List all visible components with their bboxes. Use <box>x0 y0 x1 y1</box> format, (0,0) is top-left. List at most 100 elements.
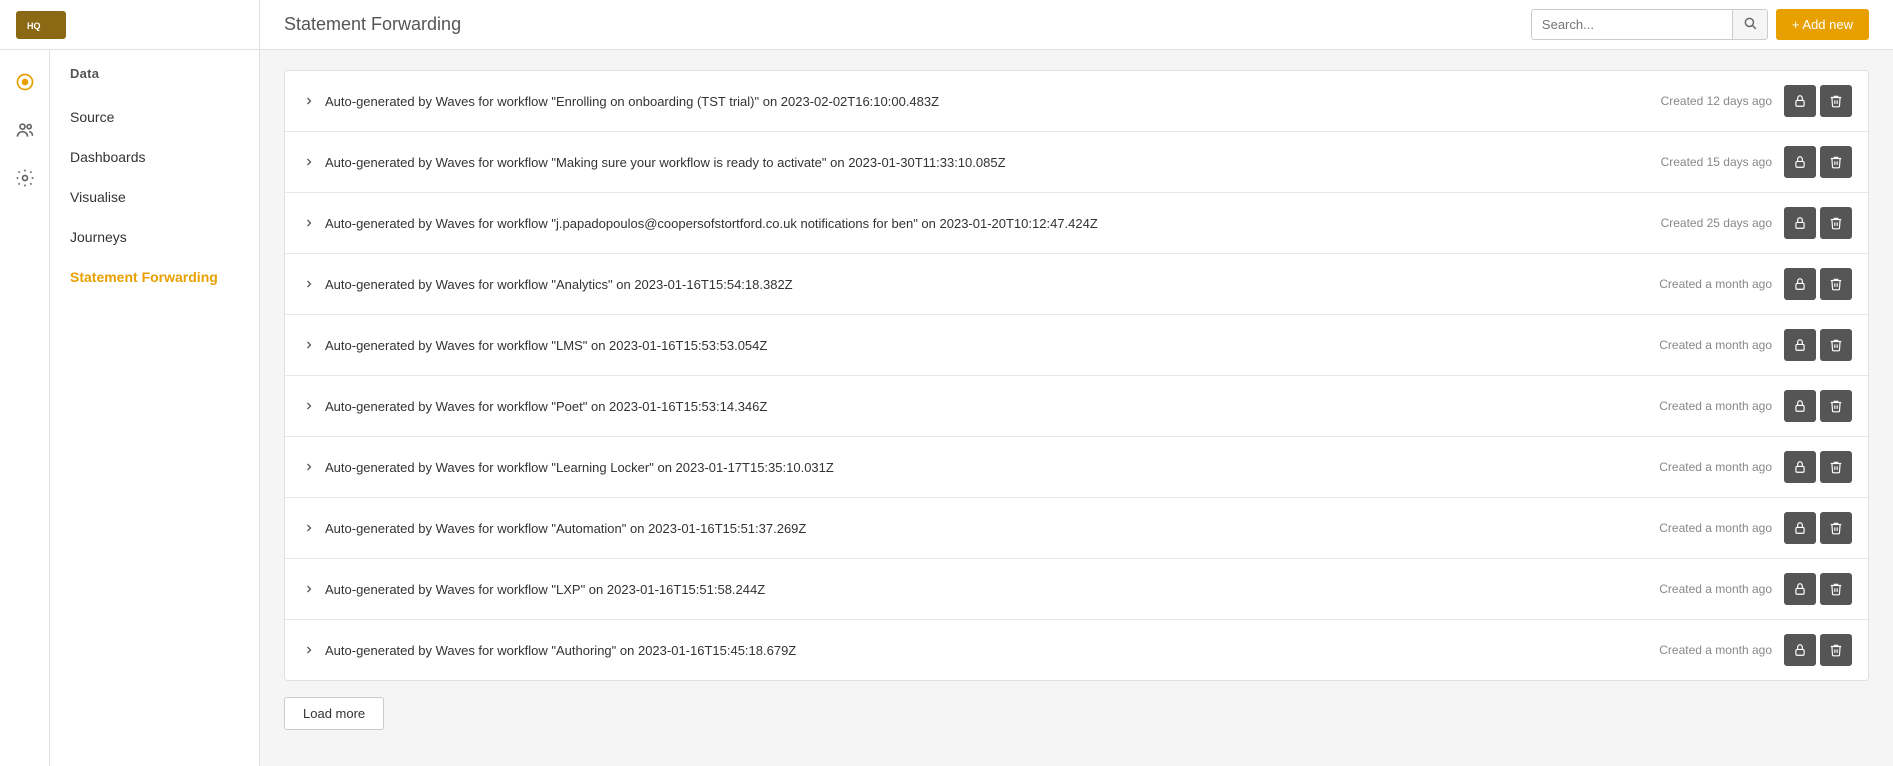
lock-icon <box>1793 277 1807 291</box>
lock-icon <box>1793 216 1807 230</box>
lock-icon <box>1793 460 1807 474</box>
table-row: Auto-generated by Waves for workflow "LX… <box>285 559 1868 620</box>
trash-icon <box>1829 521 1843 535</box>
table-row: Auto-generated by Waves for workflow "An… <box>285 254 1868 315</box>
sidebar-item-visualise[interactable]: Visualise <box>50 177 259 217</box>
item-label: Auto-generated by Waves for workflow "LX… <box>325 582 1659 597</box>
sidebar-item-statement-forwarding[interactable]: Statement Forwarding <box>50 257 259 297</box>
delete-button[interactable] <box>1820 634 1852 666</box>
logo-icon: HQ <box>23 14 59 36</box>
lock-button[interactable] <box>1784 268 1816 300</box>
expand-button[interactable] <box>301 642 317 658</box>
expand-button[interactable] <box>301 93 317 109</box>
forwarding-list: Auto-generated by Waves for workflow "En… <box>284 70 1869 681</box>
search-icon <box>1743 16 1757 30</box>
lock-button[interactable] <box>1784 207 1816 239</box>
lock-icon <box>1793 399 1807 413</box>
item-actions <box>1784 146 1852 178</box>
expand-button[interactable] <box>301 581 317 597</box>
item-label: Auto-generated by Waves for workflow "En… <box>325 94 1661 109</box>
nav-icon-circle[interactable] <box>5 62 45 102</box>
chevron-right-icon <box>303 95 315 107</box>
chevron-right-icon <box>303 522 315 534</box>
item-actions <box>1784 207 1852 239</box>
nav-icon-people[interactable] <box>5 110 45 150</box>
chevron-right-icon <box>303 400 315 412</box>
item-actions <box>1784 451 1852 483</box>
table-row: Auto-generated by Waves for workflow "Le… <box>285 437 1868 498</box>
delete-button[interactable] <box>1820 85 1852 117</box>
lock-button[interactable] <box>1784 573 1816 605</box>
delete-button[interactable] <box>1820 512 1852 544</box>
item-actions <box>1784 85 1852 117</box>
trash-icon <box>1829 460 1843 474</box>
item-created: Created a month ago <box>1659 399 1772 413</box>
table-row: Auto-generated by Waves for workflow "Po… <box>285 376 1868 437</box>
expand-button[interactable] <box>301 276 317 292</box>
lock-button[interactable] <box>1784 390 1816 422</box>
item-actions <box>1784 390 1852 422</box>
search-input[interactable] <box>1532 11 1732 38</box>
trash-icon <box>1829 643 1843 657</box>
main-content: Auto-generated by Waves for workflow "En… <box>260 50 1893 766</box>
item-label: Auto-generated by Waves for workflow "Ma… <box>325 155 1661 170</box>
delete-button[interactable] <box>1820 390 1852 422</box>
header-actions: + Add new <box>1531 9 1869 40</box>
table-row: Auto-generated by Waves for workflow "En… <box>285 71 1868 132</box>
item-label: Auto-generated by Waves for workflow "Le… <box>325 460 1659 475</box>
logo: HQ <box>16 11 66 39</box>
load-more-button[interactable]: Load more <box>284 697 384 730</box>
item-actions <box>1784 329 1852 361</box>
delete-button[interactable] <box>1820 451 1852 483</box>
expand-button[interactable] <box>301 337 317 353</box>
delete-button[interactable] <box>1820 146 1852 178</box>
sidebar-section-title: Data <box>50 50 259 89</box>
trash-icon <box>1829 216 1843 230</box>
trash-icon <box>1829 277 1843 291</box>
item-created: Created a month ago <box>1659 643 1772 657</box>
item-created: Created 25 days ago <box>1661 216 1772 230</box>
lock-button[interactable] <box>1784 329 1816 361</box>
lock-button[interactable] <box>1784 85 1816 117</box>
expand-button[interactable] <box>301 398 317 414</box>
item-label: Auto-generated by Waves for workflow "An… <box>325 277 1659 292</box>
add-new-button[interactable]: + Add new <box>1776 9 1869 40</box>
lock-icon <box>1793 94 1807 108</box>
svg-text:HQ: HQ <box>27 21 41 31</box>
item-label: Auto-generated by Waves for workflow "LM… <box>325 338 1659 353</box>
lock-icon <box>1793 155 1807 169</box>
lock-button[interactable] <box>1784 512 1816 544</box>
sidebar-item-source[interactable]: Source <box>50 97 259 137</box>
delete-button[interactable] <box>1820 207 1852 239</box>
sidebar-nav: Source Dashboards Visualise Journeys Sta… <box>50 89 259 305</box>
lock-icon <box>1793 643 1807 657</box>
expand-button[interactable] <box>301 459 317 475</box>
lock-button[interactable] <box>1784 634 1816 666</box>
item-actions <box>1784 512 1852 544</box>
item-created: Created a month ago <box>1659 521 1772 535</box>
item-actions <box>1784 268 1852 300</box>
nav-icon-gear[interactable] <box>5 158 45 198</box>
search-button[interactable] <box>1732 10 1767 39</box>
item-created: Created a month ago <box>1659 338 1772 352</box>
main-area: Statement Forwarding + Add new Aut <box>260 0 1893 766</box>
item-actions <box>1784 573 1852 605</box>
delete-button[interactable] <box>1820 329 1852 361</box>
trash-icon <box>1829 338 1843 352</box>
chevron-right-icon <box>303 278 315 290</box>
item-label: Auto-generated by Waves for workflow "j.… <box>325 216 1661 231</box>
lock-button[interactable] <box>1784 146 1816 178</box>
expand-button[interactable] <box>301 154 317 170</box>
delete-button[interactable] <box>1820 573 1852 605</box>
sidebar-item-journeys[interactable]: Journeys <box>50 217 259 257</box>
item-created: Created a month ago <box>1659 277 1772 291</box>
delete-button[interactable] <box>1820 268 1852 300</box>
lock-icon <box>1793 521 1807 535</box>
expand-button[interactable] <box>301 520 317 536</box>
lock-button[interactable] <box>1784 451 1816 483</box>
chevron-right-icon <box>303 339 315 351</box>
sidebar-item-dashboards[interactable]: Dashboards <box>50 137 259 177</box>
expand-button[interactable] <box>301 215 317 231</box>
trash-icon <box>1829 155 1843 169</box>
table-row: Auto-generated by Waves for workflow "Ma… <box>285 132 1868 193</box>
